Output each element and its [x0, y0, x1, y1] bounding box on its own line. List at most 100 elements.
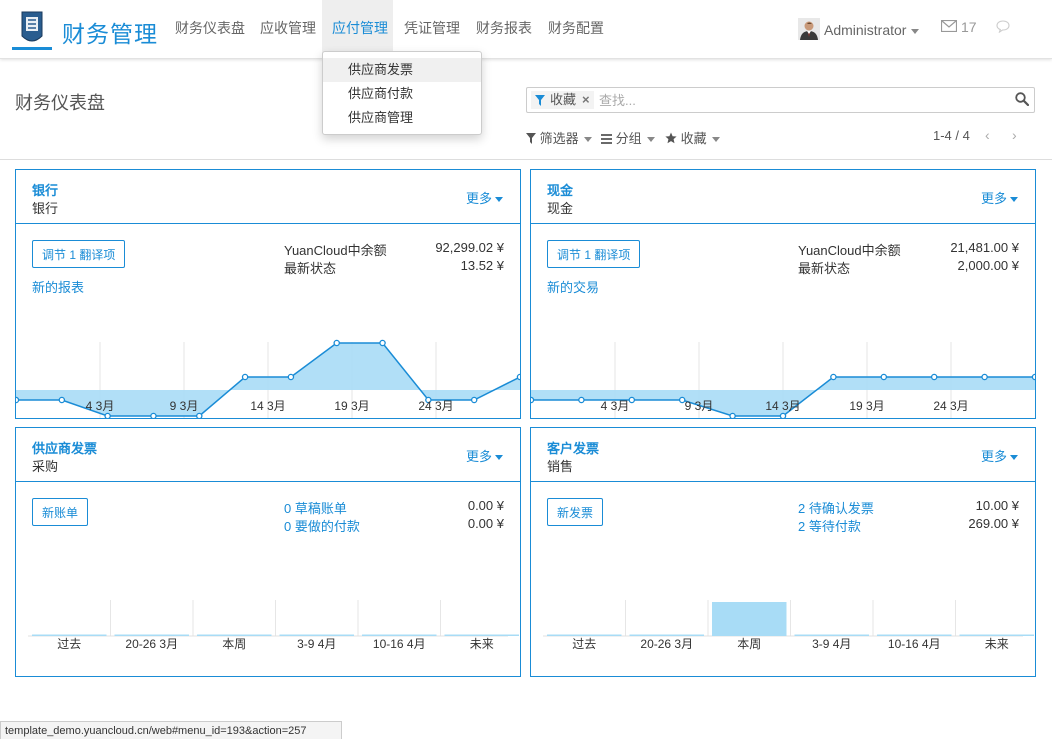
- x-tick-label: 14 3月: [765, 399, 800, 413]
- pager-value[interactable]: 1-4 / 4: [933, 128, 970, 143]
- bar: [32, 634, 107, 636]
- nav-item-reports[interactable]: 财务报表: [476, 18, 532, 38]
- x-tick-label: 10-16 4月: [373, 637, 426, 651]
- data-point: [287, 373, 295, 381]
- menu-item-vendors[interactable]: 供应商管理: [323, 106, 481, 130]
- nav-item-vouchers[interactable]: 凭证管理: [404, 18, 460, 38]
- data-point: [830, 373, 837, 381]
- x-tick-label: 20-26 3月: [640, 637, 693, 651]
- customer-invoices-bar-chart: 过去 20-26 3月 本周 3-9 4月 10-16 4月 未来: [543, 600, 1034, 651]
- pager-previous-button[interactable]: ‹: [985, 127, 990, 143]
- dashboard-card-vendor-bills: 供应商发票 采购 更多 新账单 0 草稿账单 0.00 ¥ 0 要做的付款 0.…: [15, 427, 521, 677]
- data-point: [516, 373, 520, 381]
- dashboard-card-cash: 现金 现金 更多 调节 1 翻译项 新的交易 YuanCloud中余额 21,4…: [530, 169, 1036, 419]
- data-point: [578, 396, 585, 404]
- chat-icon[interactable]: [996, 20, 1010, 36]
- search-icon[interactable]: [1015, 92, 1030, 109]
- menu-item-vendor-bills[interactable]: 供应商发票: [323, 58, 481, 82]
- bank-line-chart: 4 3月 9 3月 14 3月 19 3月 24 3月: [16, 339, 520, 418]
- x-tick-label: 19 3月: [334, 399, 369, 413]
- user-menu-caret-icon: [911, 28, 920, 34]
- data-point: [531, 396, 535, 404]
- x-tick-label: 9 3月: [685, 399, 714, 413]
- data-point: [470, 396, 478, 404]
- x-tick-label: 过去: [57, 637, 81, 651]
- group-by-label: 分组: [615, 131, 642, 146]
- filter-icon: [535, 93, 545, 111]
- dashboard-card-bank: 银行 银行 更多 调节 1 翻译项 新的报表 YuanCloud中余额 92,2…: [15, 169, 521, 419]
- star-icon: [665, 131, 677, 146]
- x-tick-label: 本周: [222, 637, 246, 651]
- bar: [712, 602, 787, 636]
- x-tick-label: 未来: [985, 637, 1009, 651]
- facet-remove-icon[interactable]: ×: [582, 92, 590, 107]
- x-tick-label: 19 3月: [849, 399, 884, 413]
- x-tick-label: 24 3月: [933, 399, 968, 413]
- nav-item-config[interactable]: 财务配置: [548, 18, 604, 38]
- app-title[interactable]: 财务管理: [62, 15, 158, 49]
- filters-caret-icon: [583, 137, 592, 143]
- x-tick-label: 过去: [572, 637, 596, 651]
- x-tick-label: 未来: [470, 637, 494, 651]
- bar: [114, 634, 189, 636]
- bar: [959, 634, 1034, 636]
- data-point: [150, 412, 157, 418]
- list-icon: [601, 131, 612, 146]
- control-panel-divider: [0, 159, 1052, 160]
- user-avatar[interactable]: [798, 18, 820, 40]
- bar: [629, 634, 704, 636]
- mail-icon[interactable]: [940, 19, 958, 35]
- data-point: [58, 396, 66, 404]
- filters-label: 筛选器: [539, 131, 579, 146]
- x-tick-label: 3-9 4月: [297, 637, 336, 651]
- bar: [794, 634, 869, 636]
- favorites-label: 收藏: [680, 131, 707, 146]
- data-point: [1031, 373, 1035, 381]
- favorites-button[interactable]: 收藏: [665, 128, 720, 147]
- bar: [197, 634, 272, 636]
- search-input[interactable]: [599, 91, 979, 109]
- vendor-bills-bar-chart: 过去 20-26 3月 本周 3-9 4月 10-16 4月 未来: [28, 600, 519, 651]
- facet-label: 收藏: [550, 92, 577, 107]
- group-by-button[interactable]: 分组: [601, 128, 655, 147]
- mail-count-badge[interactable]: 17: [961, 19, 977, 35]
- x-tick-label: 3-9 4月: [812, 637, 851, 651]
- data-point: [16, 396, 20, 404]
- page-title: 财务仪表盘: [15, 93, 105, 113]
- filters-button[interactable]: 筛选器: [526, 128, 592, 147]
- logo-underline: [12, 47, 52, 50]
- nav-item-dashboard[interactable]: 财务仪表盘: [175, 18, 245, 38]
- x-tick-label: 9 3月: [170, 399, 199, 413]
- nav-item-payables[interactable]: 应付管理: [332, 18, 388, 38]
- data-point: [241, 373, 249, 381]
- pager-next-button[interactable]: ›: [1012, 127, 1017, 143]
- user-menu[interactable]: Administrator: [824, 22, 920, 38]
- x-tick-label: 14 3月: [250, 399, 285, 413]
- user-name: Administrator: [824, 22, 907, 38]
- bar: [444, 634, 519, 636]
- x-tick-label: 20-26 3月: [125, 637, 178, 651]
- bar: [279, 634, 354, 636]
- app-logo[interactable]: [12, 8, 52, 50]
- filter-icon: [526, 131, 536, 146]
- bar: [547, 634, 622, 636]
- data-point: [779, 412, 787, 418]
- data-point: [628, 396, 636, 404]
- top-navbar: 财务管理 财务仪表盘 应收管理 应付管理 凭证管理 财务报表 财务配置 Admi…: [0, 0, 1052, 59]
- data-point: [729, 412, 736, 418]
- data-point: [333, 339, 340, 347]
- search-bar[interactable]: 收藏 ×: [526, 87, 1035, 113]
- bar: [362, 634, 437, 636]
- dashboard-card-customer-invoices: 客户发票 销售 更多 新发票 2 待确认发票 10.00 ¥ 2 等待付款 26…: [530, 427, 1036, 677]
- cash-line-chart: 4 3月 9 3月 14 3月 19 3月 24 3月: [531, 342, 1035, 418]
- data-point: [104, 412, 111, 418]
- nav-item-receivables[interactable]: 应收管理: [260, 18, 316, 38]
- favorites-caret-icon: [711, 137, 720, 143]
- x-tick-label: 4 3月: [86, 399, 115, 413]
- data-point: [196, 412, 203, 418]
- search-facet[interactable]: 收藏 ×: [531, 91, 594, 109]
- menu-item-vendor-payments[interactable]: 供应商付款: [323, 82, 481, 106]
- data-point: [880, 373, 888, 381]
- data-point: [379, 339, 386, 347]
- bar: [877, 634, 952, 636]
